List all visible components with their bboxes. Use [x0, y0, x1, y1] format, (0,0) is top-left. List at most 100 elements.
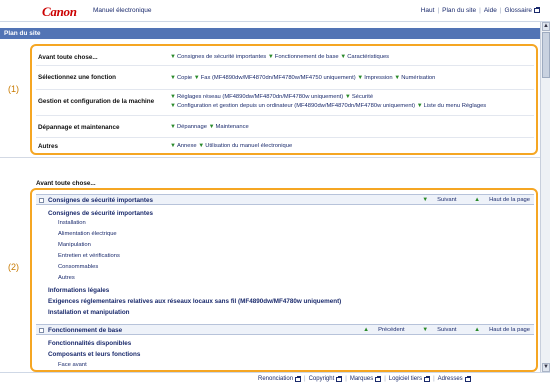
separator: |	[437, 7, 440, 14]
app-title: Manuel électronique	[93, 7, 152, 14]
scroll-up-icon[interactable]: ▲	[542, 22, 550, 31]
sitemap-row: Avant toute chose... ▼Consignes de sécur…	[36, 48, 534, 66]
sitemap-link[interactable]: Consignes de sécurité importantes	[177, 54, 266, 60]
section-title: Avant toute chose...	[36, 180, 96, 187]
down-arrow-icon: ▼	[170, 54, 176, 60]
list-item[interactable]: Alimentation électrique	[58, 231, 117, 237]
sitemap-links: ▼Configuration et gestion depuis un ordi…	[170, 103, 486, 109]
sitemap-links: ▼Copie ▼Fax (MF4890dw/MF4870dn/MF4780w/M…	[170, 75, 435, 81]
callout-label: (2)	[8, 262, 19, 272]
external-window-icon	[295, 375, 302, 382]
list-item[interactable]: Informations légales	[48, 287, 109, 294]
sitemap-link[interactable]: Utilisation du manuel électronique	[205, 143, 292, 149]
block-title[interactable]: Fonctionnement de base	[48, 327, 122, 334]
next-link[interactable]: ▼ Suivant	[414, 327, 456, 333]
glossary-link[interactable]: Glossaire	[505, 7, 532, 14]
separator: |	[433, 376, 435, 382]
footer-links: Renonciation | Copyright | Marques | Log…	[258, 375, 471, 382]
sitemap-category: Avant toute chose...	[38, 54, 98, 61]
footer-link[interactable]: Logiciel tiers	[389, 376, 422, 382]
top-bar: Canon Manuel électronique Haut | Plan du…	[0, 0, 550, 22]
top-label: Haut de la page	[489, 197, 530, 203]
sitemap-category: Dépannage et maintenance	[38, 124, 120, 131]
contents-panel: Consignes de sécurité importantes ▼ Suiva…	[30, 188, 538, 372]
down-arrow-icon: ▼	[170, 103, 176, 109]
sitemap-category: Gestion et configuration de la machine	[38, 98, 155, 105]
sitemap-link[interactable]: Caractéristiques	[347, 54, 389, 60]
top-of-page-link[interactable]: ▲ Haut de la page	[466, 327, 530, 333]
next-label: Suivant	[437, 327, 457, 333]
external-window-icon	[464, 375, 471, 382]
sitemap-link[interactable]: Fax (MF4890dw/MF4870dn/MF4780w/MF4750 un…	[201, 75, 356, 81]
footer-link[interactable]: Copyright	[309, 376, 335, 382]
home-link[interactable]: Haut	[421, 7, 435, 14]
separator: |	[479, 7, 481, 14]
list-item[interactable]: Fonctionnalités disponibles	[48, 340, 131, 347]
top-label: Haut de la page	[489, 327, 530, 333]
down-arrow-icon: ▼	[170, 143, 176, 149]
footer-link[interactable]: Adresses	[438, 376, 463, 382]
sitemap-link[interactable]: Copie	[177, 75, 192, 81]
vertical-scrollbar[interactable]: ▲ ▼	[540, 22, 550, 372]
footer-link[interactable]: Marques	[350, 376, 373, 382]
list-item[interactable]: Composants et leurs fonctions	[48, 351, 140, 358]
sitemap-row: Gestion et configuration de la machine ▼…	[36, 90, 534, 116]
scroll-thumb[interactable]	[542, 32, 550, 78]
sitemap-row: Sélectionnez une fonction ▼Copie ▼Fax (M…	[36, 66, 534, 90]
sitemap-link[interactable]: Configuration et gestion depuis un ordin…	[177, 103, 415, 109]
list-item[interactable]: Exigences réglementaires relatives aux r…	[48, 298, 341, 305]
sitemap-link[interactable]: Liste du menu Réglages	[424, 103, 487, 109]
sitemap-link[interactable]: Annexe	[177, 143, 197, 149]
down-arrow-icon: ▼	[208, 124, 215, 130]
sitemap-box: Avant toute chose... ▼Consignes de sécur…	[30, 44, 538, 155]
collapse-box-icon[interactable]	[39, 328, 44, 333]
block-header: Fonctionnement de base ▲ Précédent ▼ Suiva…	[36, 324, 534, 335]
list-item[interactable]: Installation	[58, 220, 86, 226]
sitemap-row: Autres ▼Annexe ▼Utilisation du manuel él…	[36, 138, 534, 153]
separator: |	[304, 376, 306, 382]
down-arrow-icon: ▼	[394, 75, 401, 81]
list-item[interactable]: Manipulation	[58, 242, 91, 248]
list-item[interactable]: Autres	[58, 275, 75, 281]
sitemap-links: ▼Dépannage ▼Maintenance	[170, 124, 249, 130]
down-arrow-icon: ▼	[344, 94, 351, 100]
separator: |	[345, 376, 347, 382]
external-window-icon	[375, 375, 382, 382]
sitemap-link[interactable]: Impression	[364, 75, 392, 81]
list-item[interactable]: Face avant	[58, 362, 87, 368]
sitemap-link[interactable]: Fonctionnement de base	[275, 54, 339, 60]
block-title[interactable]: Consignes de sécurité importantes	[48, 197, 153, 204]
down-arrow-icon: ▼	[340, 54, 347, 60]
next-link[interactable]: ▼ Suivant	[414, 197, 456, 203]
up-arrow-icon: ▲	[474, 327, 481, 333]
help-link[interactable]: Aide	[484, 7, 497, 14]
block-nav: ▲ Précédent ▼ Suivant ▲ Haut de la page	[347, 327, 530, 333]
list-item[interactable]: Consignes de sécurité importantes	[48, 210, 153, 217]
external-window-icon	[534, 7, 540, 13]
previous-link[interactable]: ▲ Précédent	[355, 327, 404, 333]
list-item[interactable]: Entretien et vérifications	[58, 253, 120, 259]
down-arrow-icon: ▼	[170, 75, 176, 81]
block-nav: ▼ Suivant ▲ Haut de la page	[406, 197, 530, 203]
sitemap-link[interactable]: Plan du site	[442, 7, 476, 14]
scroll-down-icon[interactable]: ▼	[542, 363, 550, 372]
content-frame: Plan du site Avant toute chose... ▼Consi…	[0, 22, 540, 372]
down-arrow-icon: ▼	[170, 94, 176, 100]
sitemap-link[interactable]: Numérisation	[401, 75, 435, 81]
sitemap-links: ▼Annexe ▼Utilisation du manuel électroni…	[170, 143, 292, 149]
down-arrow-icon: ▼	[357, 75, 364, 81]
top-of-page-link[interactable]: ▲ Haut de la page	[466, 197, 530, 203]
list-item[interactable]: Consommables	[58, 264, 98, 270]
sitemap-link[interactable]: Sécurité	[352, 94, 373, 100]
footer-link[interactable]: Renonciation	[258, 376, 293, 382]
top-links: Haut | Plan du site | Aide | Glossaire	[421, 7, 540, 14]
sitemap-link[interactable]: Maintenance	[216, 124, 249, 130]
canon-logo[interactable]: Canon	[42, 4, 77, 20]
next-label: Suivant	[437, 197, 457, 203]
sitemap-category: Sélectionnez une fonction	[38, 74, 117, 81]
sitemap-link[interactable]: Dépannage	[177, 124, 207, 130]
sitemap-link[interactable]: Réglages réseau (MF4890dw/MF4870dn/MF478…	[177, 94, 343, 100]
collapse-box-icon[interactable]	[39, 198, 44, 203]
list-item[interactable]: Installation et manipulation	[48, 309, 130, 316]
down-arrow-icon: ▼	[422, 327, 429, 333]
